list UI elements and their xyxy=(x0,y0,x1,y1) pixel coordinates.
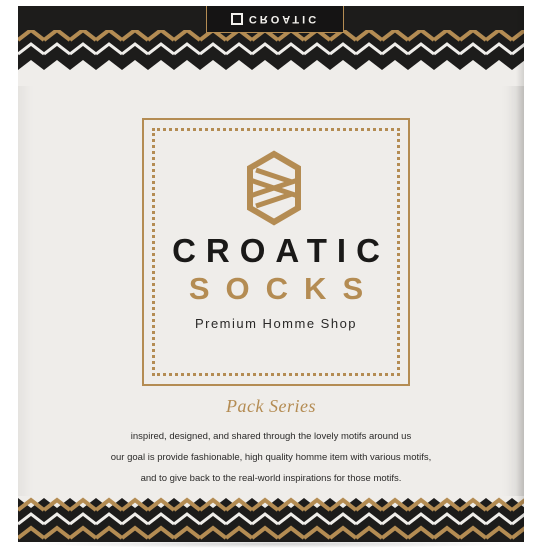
description-line: and to give back to the real-world inspi… xyxy=(140,473,402,484)
series-title: Pack Series xyxy=(226,396,316,416)
lid-brand-tab: CROATIC xyxy=(206,6,344,33)
bottom-zigzag-pattern xyxy=(18,496,524,542)
brand-name-line2: SOCKS xyxy=(188,271,380,306)
description-line: our goal is provide fashionable, high qu… xyxy=(110,452,432,463)
top-zigzag-pattern xyxy=(18,30,524,86)
product-box-scene: CROATIC CROATIC SOCKS Premium Homme Shop… xyxy=(0,0,540,549)
hexagon-knot-icon xyxy=(247,150,301,226)
description-block: inspired, designed, and shared through t… xyxy=(18,426,524,489)
lid-brand-text: CROATIC xyxy=(248,13,320,25)
square-mark-icon xyxy=(230,13,243,25)
brand-tagline: Premium Homme Shop xyxy=(194,316,358,331)
description-line: inspired, designed, and shared through t… xyxy=(130,431,412,442)
box-side-shading xyxy=(516,6,524,542)
brand-name-line1: CROATIC xyxy=(172,232,390,269)
